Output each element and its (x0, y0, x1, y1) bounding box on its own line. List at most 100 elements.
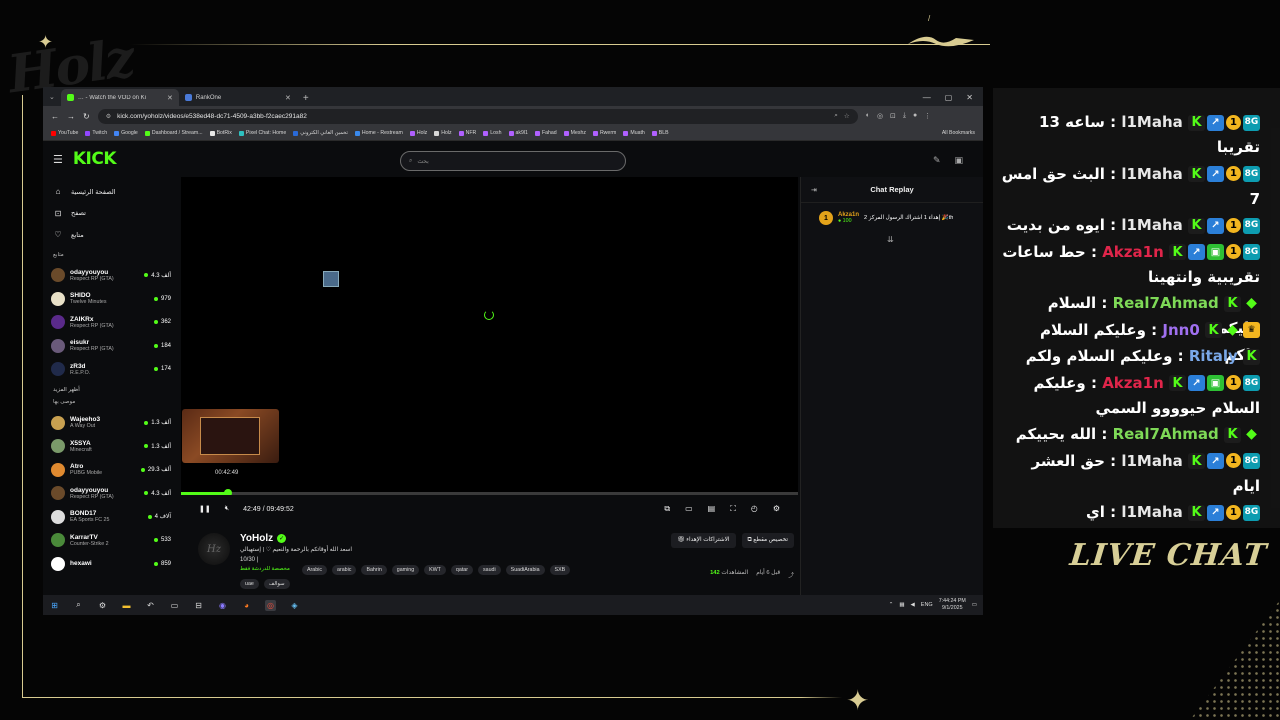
bookmark-item[interactable]: BotRix (209, 130, 232, 136)
notification-icon[interactable]: ✎ (933, 155, 941, 166)
tray-chevron-icon[interactable]: ⌃ (889, 602, 894, 608)
sidebar-item-following[interactable]: ♡ متابع (51, 224, 171, 246)
channel-row[interactable]: SHIDO Twelve Minutes 979 (51, 287, 171, 311)
reload-icon[interactable]: ↻ (83, 112, 90, 121)
bookmark-item[interactable]: Dashboard / Stream... (144, 130, 203, 136)
tab-kick-vod[interactable]: … - Watch the VOD on Ki ✕ (60, 89, 179, 106)
task-view-icon[interactable]: ⚙ (97, 600, 108, 611)
expand-pinned-icon[interactable]: ⇊ (887, 235, 894, 244)
bookmark-item[interactable]: Rwerm (592, 130, 616, 136)
channel-row[interactable]: X5SYA Minecraft 1.3 ألف (51, 435, 171, 459)
channel-row[interactable]: KarrarTV Counter-Strike 2 533 (51, 529, 171, 553)
speed-icon[interactable]: ◴ (751, 504, 758, 514)
settings-gear-icon[interactable]: ⚙ (773, 504, 780, 514)
bookmark-item[interactable]: Twitch (85, 130, 107, 136)
bookmark-item[interactable]: BLB (651, 130, 669, 136)
app-icon[interactable]: ↶ (145, 600, 156, 611)
all-bookmarks[interactable]: All Bookmarks (942, 130, 975, 136)
bookmark-item[interactable]: Pixel Chat: Home (238, 130, 286, 136)
bookmark-item[interactable]: NFR (458, 130, 476, 136)
channel-row[interactable]: Atro PUBG Mobile 29.3 ألف (51, 458, 171, 482)
tag-chip[interactable]: KWT (424, 565, 446, 575)
streamer-avatar[interactable]: Hz (198, 533, 230, 565)
bookmark-item[interactable]: Holz (434, 130, 452, 136)
tag-chip[interactable]: Bahrin (361, 565, 387, 575)
file-explorer-icon[interactable]: ▬ (121, 600, 132, 611)
collapse-chat-icon[interactable]: ⇥ (811, 186, 817, 194)
fullscreen-icon[interactable]: ⛶ (730, 504, 736, 514)
bookmark-item[interactable]: YouTube (51, 130, 78, 136)
tag-chip[interactable]: uae (240, 579, 259, 589)
minimize-icon[interactable]: — (923, 93, 931, 102)
app-icon[interactable]: ◉ (217, 600, 228, 611)
channel-row[interactable]: eisukr Respect RP (GTA) 184 (51, 334, 171, 358)
extension-icon[interactable]: ◎ (877, 112, 883, 120)
bookmark-item[interactable]: Google (114, 130, 138, 136)
channel-row[interactable]: ZAIKRx Respect RP (GTA) 362 (51, 311, 171, 335)
chrome-icon[interactable]: ◎ (265, 599, 276, 611)
channel-row[interactable]: odayyouyou Respect RP (GTA) 4.3 ألف (51, 482, 171, 506)
channel-row[interactable]: Wajeeho3 A Way Out 1.3 ألف (51, 411, 171, 435)
channel-row[interactable]: BOND17 EA Sports FC 25 4 آلاف (51, 505, 171, 529)
theater-mode-icon[interactable]: ▤ (708, 504, 716, 514)
bookmark-item[interactable]: ak9l1 (508, 130, 528, 136)
extension-icon[interactable]: ◐ (866, 112, 870, 120)
pip-icon[interactable]: ⧉ (664, 504, 670, 514)
search-icon[interactable]: ⌕ (73, 600, 84, 611)
share-icon[interactable]: ⤴ (788, 570, 794, 579)
streamer-name[interactable]: YoHolz (240, 533, 273, 544)
tab-rankone[interactable]: RankOne ✕ (179, 89, 297, 106)
steam-icon[interactable]: ◈ (289, 600, 300, 611)
mute-icon[interactable]: 🔇︎ (225, 505, 229, 513)
clip-icon[interactable]: ▭ (685, 504, 693, 514)
user-avatar[interactable]: ▣ (954, 155, 963, 166)
bookmark-item[interactable]: Fahad (534, 130, 557, 136)
app-icon[interactable]: ⊟ (193, 600, 204, 611)
site-info-icon[interactable]: ⚙ (106, 113, 111, 120)
tag-chip[interactable]: saudi (478, 565, 501, 575)
bookmark-item[interactable]: Meshz (563, 130, 586, 136)
clock[interactable]: 7:44:24 PM 9/1/2025 (939, 598, 966, 612)
gift-subs-button[interactable]: 🎁︎ الاشتراكات الإهداء (671, 533, 736, 548)
search-input[interactable]: ⌕ بحث (400, 151, 626, 171)
back-icon[interactable]: ← (51, 112, 59, 121)
menu-icon[interactable]: ⋮ (924, 112, 931, 120)
pause-icon[interactable]: ❚❚ (199, 505, 211, 513)
tag-chip[interactable]: qatar (450, 565, 473, 575)
show-more-link[interactable]: أظهر المزيد (53, 387, 171, 393)
stream-category[interactable]: مخصصة للدردشة فقط (240, 566, 290, 572)
tag-chip[interactable]: سوالف (263, 579, 290, 589)
channel-row[interactable]: zR3d R.E.P.O. 174 (51, 358, 171, 382)
language-indicator[interactable]: ENG (921, 602, 933, 608)
bookmark-item[interactable]: تخمين الغاني الكتروني (293, 130, 348, 136)
volume-icon[interactable]: ◀ (911, 602, 915, 608)
tag-chip[interactable]: Arabic (302, 565, 328, 575)
bookmark-item[interactable]: Losh (483, 130, 502, 136)
network-icon[interactable]: ▦ (899, 602, 904, 608)
video-player[interactable]: 00:42:49 (181, 177, 798, 497)
tag-chip[interactable]: SuadiArabia (505, 565, 545, 575)
tag-chip[interactable]: gaming (391, 565, 420, 575)
bookmark-item[interactable]: Muath (623, 130, 645, 136)
download-icon[interactable]: ⤓ (903, 112, 906, 120)
kick-logo[interactable]: KICK (73, 149, 117, 169)
bookmark-star-icon[interactable]: ☆ (844, 112, 850, 120)
notifications-icon[interactable]: ▭ (972, 602, 977, 608)
firefox-icon[interactable]: ◕ (241, 600, 252, 611)
app-icon[interactable]: ▭ (169, 600, 180, 611)
tag-chip[interactable]: arabic (332, 565, 357, 575)
tab-search-icon[interactable]: ⌄ (47, 93, 61, 106)
sidebar-item-browse[interactable]: ⊡ تصفح (51, 203, 171, 225)
close-icon[interactable]: ✕ (285, 94, 291, 102)
zoom-icon[interactable]: ⌕ (834, 112, 838, 120)
url-field[interactable]: ⚙ kick.com/yoholz/videos/e538ed48-dc71-4… (97, 108, 858, 124)
channel-row[interactable]: odayyouyou Respect RP (GTA) 4.3 ألف (51, 264, 171, 288)
sidebar-item-home[interactable]: ⌂ الصفحة الرئيسية (51, 181, 171, 203)
bookmark-item[interactable]: Home - Restream (354, 130, 403, 136)
close-window-icon[interactable]: ✕ (966, 93, 973, 102)
extension-icon[interactable]: ⊡ (890, 112, 896, 120)
hamburger-menu-icon[interactable]: ☰ (53, 153, 63, 166)
forward-icon[interactable]: → (67, 112, 75, 121)
maximize-icon[interactable]: ▢ (945, 93, 953, 102)
new-tab-button[interactable]: + (297, 93, 315, 106)
